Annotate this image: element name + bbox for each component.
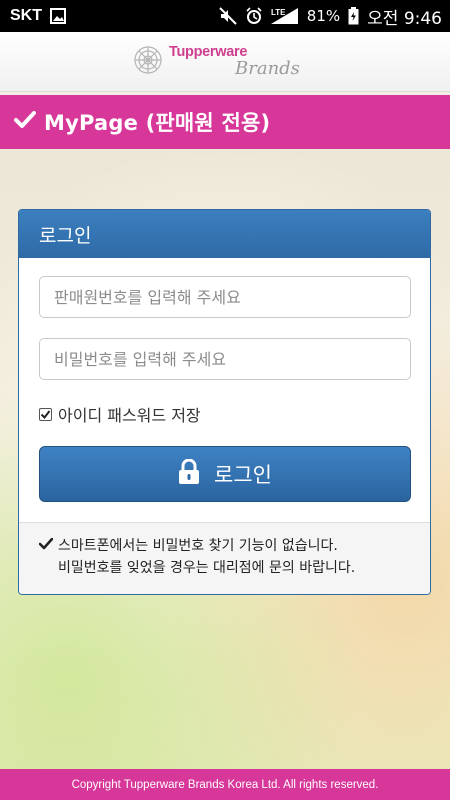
lock-icon [178,458,200,490]
flower-logo-icon [133,45,163,79]
login-button[interactable]: 로그인 [39,446,411,502]
checkmark-icon [38,535,54,557]
carrier-label: SKT [10,7,42,24]
status-bar: SKT LTE 81% 오전 9:46 [0,0,450,32]
alarm-icon [245,7,263,25]
brand-wordmark: Tupperware Brands [167,42,317,82]
title-bar: MyPage (판매원 전용) [0,95,450,149]
signal-icon: LTE [270,7,299,25]
checkmark-icon [14,110,36,134]
notice-area: 스마트폰에서는 비밀번호 찾기 기능이 없습니다. 비밀번호를 잊었을 경우는 … [19,522,430,594]
copyright-text: Copyright Tupperware Brands Korea Ltd. A… [71,778,379,791]
notice-text-2: 비밀번호를 잊었을 경우는 대리점에 문의 바랍니다. [58,560,356,576]
remember-row[interactable]: 아이디 패스워드 저장 [39,402,201,426]
login-button-label: 로그인 [214,463,272,487]
page-title: MyPage (판매원 전용) [44,111,271,135]
image-icon [50,8,66,24]
status-right: LTE 81% 오전 9:46 [219,4,442,29]
svg-text:LTE: LTE [271,8,286,17]
brand-sub: Brands [235,57,300,79]
battery-percent: 81% [306,7,341,25]
login-panel: 로그인 아이디 패스워드 저장 로그인 스마트폰에서는 비밀번호 찾기 기능이 … [18,209,431,595]
notice-line-1: 스마트폰에서는 비밀번호 찾기 기능이 없습니다. [38,535,420,557]
status-left: SKT [10,7,66,25]
battery-icon [348,7,359,25]
seller-id-input[interactable] [39,276,411,318]
footer: Copyright Tupperware Brands Korea Ltd. A… [0,769,450,800]
remember-checkbox[interactable] [39,407,52,421]
brand-logo[interactable]: Tupperware Brands [133,42,317,82]
login-panel-title: 로그인 [39,224,92,247]
brand-header: Tupperware Brands [0,32,450,92]
clock: 오전 9:46 [367,8,442,29]
password-input[interactable] [39,338,411,380]
login-panel-header: 로그인 [19,210,430,258]
mute-icon [219,7,237,25]
remember-label: 아이디 패스워드 저장 [58,406,201,425]
notice-text-1: 스마트폰에서는 비밀번호 찾기 기능이 없습니다. [58,538,338,554]
